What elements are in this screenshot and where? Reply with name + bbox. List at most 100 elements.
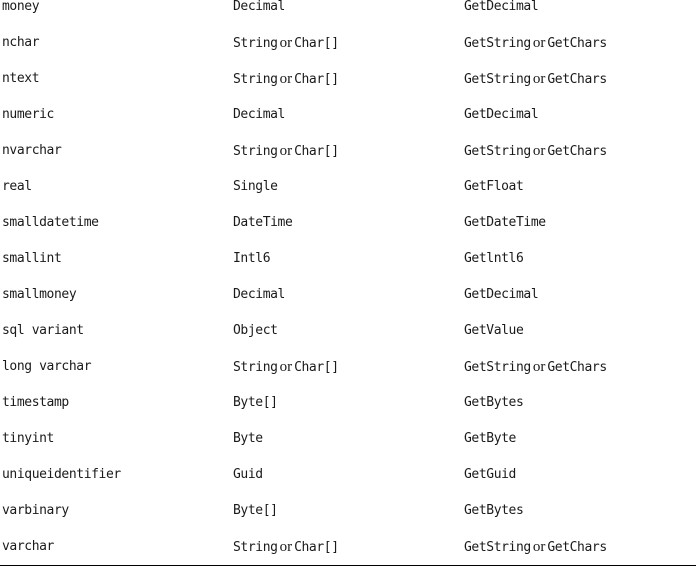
table-row: money Decimal GetDecimal xyxy=(0,0,696,36)
type-token: GetChars xyxy=(547,144,607,159)
type-token: GetDateTime xyxy=(464,215,546,230)
type-mapping-rows: money Decimal GetDecimal nchar String or Char[… xyxy=(0,0,696,576)
table-bottom-rule xyxy=(0,565,696,566)
type-token: Object xyxy=(233,323,278,338)
accessor-method-cell: GetString or GetChars xyxy=(464,360,607,375)
net-type-cell: String or Char[] xyxy=(233,72,339,87)
sql-type-cell: numeric xyxy=(2,107,54,122)
sql-type-cell: nchar xyxy=(2,35,40,50)
type-token: Decimal xyxy=(233,107,285,122)
type-token: GetBytes xyxy=(464,395,524,410)
sql-type-cell: smallint xyxy=(2,251,62,266)
type-token: GetString xyxy=(464,144,531,159)
type-token: String xyxy=(233,36,278,51)
type-token: GetByte xyxy=(464,431,516,446)
type-token: Char[] xyxy=(294,36,339,51)
sql-type-cell: long varchar xyxy=(2,359,92,374)
table-row: varbinary Byte[] GetBytes xyxy=(0,504,696,540)
or-conjunction: or xyxy=(279,35,293,51)
sql-type-cell: varchar xyxy=(2,539,54,554)
or-conjunction: or xyxy=(279,71,293,87)
net-type-cell: Decimal xyxy=(233,108,285,122)
sql-type-cell: nvarchar xyxy=(2,143,62,158)
accessor-method-cell: GetDateTime xyxy=(464,216,546,230)
sql-type-cell: money xyxy=(2,0,40,14)
sql-type-cell: tinyint xyxy=(2,431,54,446)
type-token: GetChars xyxy=(547,360,607,375)
type-token: DateTime xyxy=(233,215,293,230)
accessor-method-cell: GetString or GetChars xyxy=(464,144,607,159)
accessor-method-cell: Getlntl6 xyxy=(464,251,524,266)
type-token: GetChars xyxy=(547,36,607,51)
type-token: GetFloat xyxy=(464,179,524,194)
type-token: GetString xyxy=(464,36,531,51)
net-type-cell: Object xyxy=(233,324,278,338)
or-conjunction: or xyxy=(279,143,293,159)
table-row: sql variant Object GetValue xyxy=(0,324,696,360)
type-token: String xyxy=(233,540,278,555)
table-row: smalldatetime DateTime GetDateTime xyxy=(0,216,696,252)
table-row: timestamp Byte[] GetBytes xyxy=(0,396,696,432)
accessor-method-cell: GetBytes xyxy=(464,395,524,410)
type-token: GetString xyxy=(464,360,531,375)
table-row: tinyint Byte GetByte xyxy=(0,432,696,468)
type-token: String xyxy=(233,360,278,375)
type-token: String xyxy=(233,72,278,87)
type-token: GetDecimal xyxy=(464,0,539,14)
net-type-cell: Decimal xyxy=(233,0,285,14)
table-row: numeric Decimal GetDecimal xyxy=(0,108,696,144)
accessor-method-cell: GetDecimal xyxy=(464,287,539,302)
sql-type-cell: smalldatetime xyxy=(2,215,99,230)
type-token: Decimal xyxy=(233,0,285,14)
table-row: uniqueidentifier Guid GetGuid xyxy=(0,468,696,504)
table-row: nchar String or Char[] GetString or GetChars xyxy=(0,36,696,72)
sql-type-cell: real xyxy=(2,179,32,194)
type-token: Guid xyxy=(233,467,263,482)
accessor-method-cell: GetString or GetChars xyxy=(464,540,607,555)
net-type-cell: String or Char[] xyxy=(233,36,339,51)
type-token: Char[] xyxy=(294,72,339,87)
type-token: GetDecimal xyxy=(464,287,539,302)
accessor-method-cell: GetString or GetChars xyxy=(464,72,607,87)
or-conjunction: or xyxy=(532,143,546,159)
type-token: Byte xyxy=(233,431,263,446)
sql-type-cell: sql variant xyxy=(2,323,84,338)
type-token: GetChars xyxy=(547,540,607,555)
net-type-cell: Decimal xyxy=(233,288,285,302)
sql-type-cell: ntext xyxy=(2,71,40,86)
net-type-cell: String or Char[] xyxy=(233,360,339,375)
type-token: GetValue xyxy=(464,323,524,338)
table-row: nvarchar String or Char[] GetString or GetChar… xyxy=(0,144,696,180)
net-type-cell: Byte[] xyxy=(233,504,278,518)
net-type-cell: String or Char[] xyxy=(233,540,339,555)
type-token: GetString xyxy=(464,72,531,87)
sql-type-cell: smallmoney xyxy=(2,287,77,302)
or-conjunction: or xyxy=(532,539,546,555)
sql-type-cell: timestamp xyxy=(2,395,69,410)
type-token: Char[] xyxy=(294,540,339,555)
accessor-method-cell: GetString or GetChars xyxy=(464,36,607,51)
type-token: Char[] xyxy=(294,360,339,375)
type-mapping-table: money Decimal GetDecimal nchar String or Char[… xyxy=(0,0,696,576)
table-row: smallint Intl6 Getlntl6 xyxy=(0,252,696,288)
type-token: Byte[] xyxy=(233,395,278,410)
type-token: Intl6 xyxy=(233,251,271,266)
sql-type-cell: uniqueidentifier xyxy=(2,467,121,482)
type-token: Getlntl6 xyxy=(464,251,524,266)
type-token: GetDecimal xyxy=(464,107,539,122)
accessor-method-cell: GetByte xyxy=(464,432,516,446)
net-type-cell: Byte[] xyxy=(233,396,278,410)
or-conjunction: or xyxy=(532,359,546,375)
type-token: GetString xyxy=(464,540,531,555)
net-type-cell: Byte xyxy=(233,432,263,446)
table-row: real Single GetFloat xyxy=(0,180,696,216)
net-type-cell: Single xyxy=(233,180,278,194)
type-token: Byte[] xyxy=(233,503,278,518)
table-row: long varchar String or Char[] GetString or Get… xyxy=(0,360,696,396)
type-token: GetBytes xyxy=(464,503,524,518)
or-conjunction: or xyxy=(279,359,293,375)
sql-type-cell: varbinary xyxy=(2,503,69,518)
net-type-cell: DateTime xyxy=(233,215,293,230)
type-token: GetChars xyxy=(547,72,607,87)
or-conjunction: or xyxy=(532,71,546,87)
